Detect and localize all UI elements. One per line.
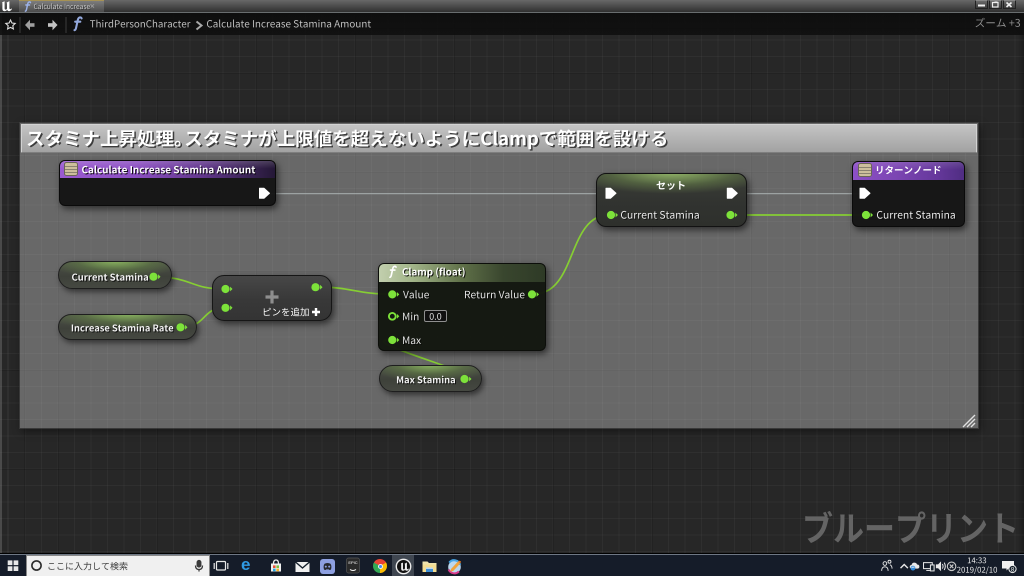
svg-text:EPIC: EPIC [348, 560, 357, 565]
